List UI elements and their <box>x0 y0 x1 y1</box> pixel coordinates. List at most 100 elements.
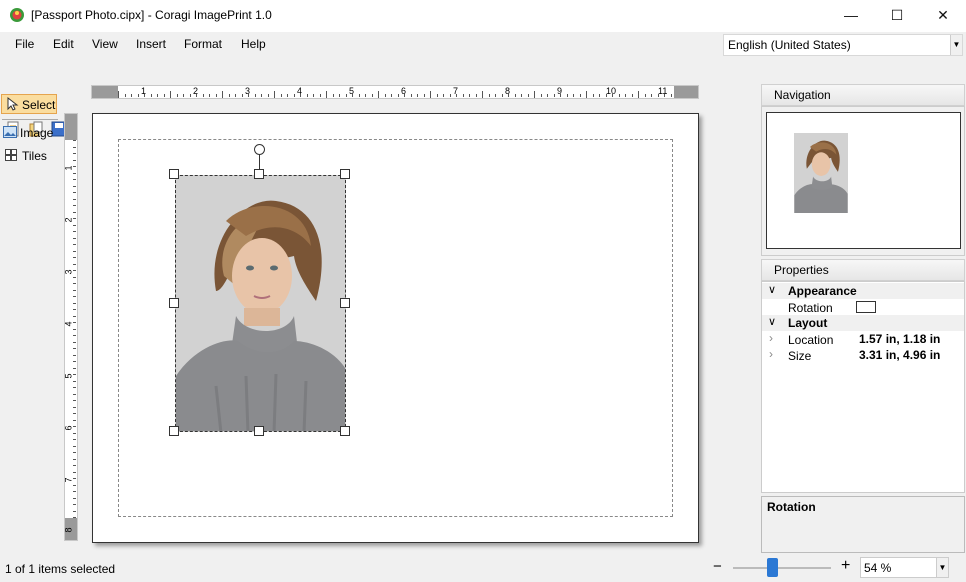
chevron-right-icon[interactable]: › <box>769 331 773 345</box>
ruler-tick <box>475 94 477 97</box>
title-bar: [Passport Photo.cipx] - Coragi ImagePrin… <box>0 0 966 32</box>
ruler-tick <box>124 94 126 97</box>
zoom-slider-thumb[interactable] <box>767 558 779 577</box>
ruler-tick <box>319 94 321 97</box>
ruler-tick <box>137 94 139 97</box>
resize-handle-nw[interactable] <box>169 169 179 179</box>
ruler-tick <box>73 315 76 317</box>
ruler-tick <box>228 94 230 97</box>
ruler-tick <box>73 309 76 310</box>
ruler-tick <box>73 380 76 382</box>
horizontal-ruler: 1 2 3 4 5 6 7 8 9 10 11 <box>91 85 699 99</box>
category-label: Appearance <box>788 284 857 298</box>
language-value: English (United States) <box>728 38 851 52</box>
menu-edit[interactable]: Edit <box>53 37 74 51</box>
chevron-down-icon[interactable]: ∨ <box>768 315 776 328</box>
ruler-label: 3 <box>245 86 251 96</box>
ruler-tick <box>189 94 191 97</box>
ruler-tick <box>209 94 210 97</box>
resize-handle-sw[interactable] <box>169 426 179 436</box>
menu-insert[interactable]: Insert <box>136 37 166 51</box>
ruler-tick <box>384 94 386 97</box>
rotation-value-box[interactable] <box>856 301 876 313</box>
menu-help[interactable]: Help <box>241 37 266 51</box>
property-row-size[interactable]: › Size 3.31 in, 4.96 in <box>762 347 964 363</box>
passport-photo[interactable] <box>175 175 346 432</box>
ruler-tick <box>358 94 360 97</box>
resize-handle-e[interactable] <box>340 298 350 308</box>
ruler-tick <box>73 471 76 473</box>
select-tool-button[interactable]: Select <box>1 94 57 114</box>
ruler-label: 8 <box>505 86 511 96</box>
ruler-tick <box>553 94 555 97</box>
zoom-select[interactable]: 54 % ▼ <box>860 557 949 578</box>
zoom-out-button[interactable]: − <box>713 558 722 575</box>
ruler-tick <box>73 198 76 200</box>
resize-handle-w[interactable] <box>169 298 179 308</box>
ruler-tick <box>644 94 646 97</box>
toolbar <box>0 58 700 139</box>
resize-handle-se[interactable] <box>340 426 350 436</box>
menu-format[interactable]: Format <box>184 37 222 51</box>
ruler-tick <box>170 91 171 98</box>
ruler-tick <box>73 140 76 141</box>
ruler-tick <box>73 432 76 434</box>
close-button[interactable]: ✕ <box>920 0 966 30</box>
ruler-label: 10 <box>606 86 617 96</box>
rotation-handle[interactable] <box>254 144 265 155</box>
resize-handle-s[interactable] <box>254 426 264 436</box>
ruler-tick <box>527 94 529 97</box>
ruler-label: 9 <box>557 86 563 96</box>
chevron-right-icon[interactable]: › <box>769 347 773 361</box>
property-value[interactable]: 1.57 in, 1.18 in <box>859 332 940 346</box>
ruler-tick <box>73 328 76 330</box>
ruler-tick <box>332 94 334 97</box>
chevron-down-icon[interactable]: ▼ <box>936 558 948 577</box>
ruler-tick <box>73 367 76 369</box>
ruler-tick <box>73 211 76 213</box>
menu-file[interactable]: File <box>15 37 34 51</box>
minimize-button[interactable]: — <box>828 0 874 30</box>
ruler-label: 8 <box>64 527 74 533</box>
ruler-tick <box>566 94 568 97</box>
image-icon <box>3 126 17 138</box>
thumbnail-image <box>794 133 848 213</box>
navigation-preview[interactable] <box>766 112 961 249</box>
ruler-tick <box>625 94 626 97</box>
zoom-in-button[interactable]: + <box>841 557 850 575</box>
image-tool-button[interactable]: Image <box>2 124 60 142</box>
property-row-rotation[interactable]: Rotation <box>762 299 964 315</box>
ruler-tick <box>73 276 76 278</box>
chevron-down-icon[interactable]: ∨ <box>768 283 776 296</box>
ruler-tick <box>469 94 470 97</box>
ruler-label: 1 <box>64 165 74 171</box>
ruler-tick <box>73 406 76 408</box>
ruler-tick <box>73 445 76 447</box>
property-row-location[interactable]: › Location 1.57 in, 1.18 in <box>762 331 964 347</box>
ruler-tick <box>73 348 76 349</box>
ruler-tick <box>449 94 451 97</box>
category-layout[interactable]: ∨ Layout <box>762 315 964 331</box>
maximize-button[interactable]: ☐ <box>874 0 920 30</box>
ruler-tick <box>534 91 535 98</box>
ruler-tick <box>73 263 76 265</box>
selection-status: 1 of 1 items selected <box>5 562 116 576</box>
ruler-tick <box>73 419 76 421</box>
tiles-tool-button[interactable]: Tiles <box>2 147 60 165</box>
ruler-tick <box>73 289 76 291</box>
property-value[interactable]: 3.31 in, 4.96 in <box>859 348 940 362</box>
resize-handle-ne[interactable] <box>340 169 350 179</box>
ruler-tick <box>670 94 672 97</box>
ruler-tick <box>73 491 76 492</box>
ruler-tick <box>157 94 158 97</box>
menu-view[interactable]: View <box>92 37 118 51</box>
ruler-tick <box>73 224 76 226</box>
chevron-down-icon[interactable]: ▼ <box>950 35 962 55</box>
ruler-tick <box>73 335 76 336</box>
zoom-slider-track[interactable] <box>733 567 831 569</box>
resize-handle-n[interactable] <box>254 169 264 179</box>
language-select[interactable]: English (United States) ▼ <box>723 34 963 56</box>
ruler-label: 5 <box>349 86 355 96</box>
category-appearance[interactable]: ∨ Appearance <box>762 283 964 299</box>
ruler-tick <box>73 484 76 486</box>
